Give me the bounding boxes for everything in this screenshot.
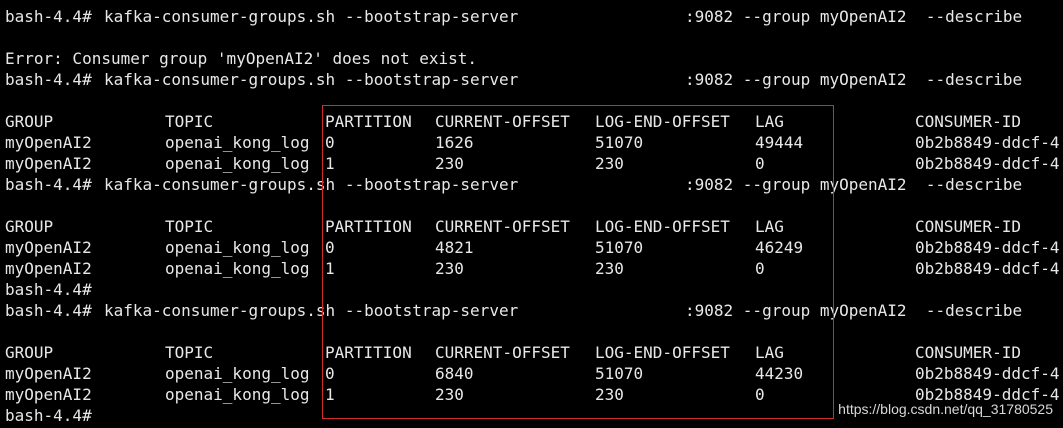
command-args: :9082 --group myOpenAI2 --describe (685, 301, 1023, 320)
topic-cell: openai_kong_log (165, 385, 310, 404)
group-cell: myOpenAI2 (5, 385, 92, 404)
output-text: Error: Consumer group 'myOpenAI2' does n… (5, 49, 478, 68)
group-cell: myOpenAI2 (5, 364, 92, 383)
current-offset-cell: 230 (435, 154, 464, 173)
log-end-offset-cell: 51070 (595, 364, 644, 383)
current-offset-cell: CURRENT-OFFSET (435, 343, 570, 362)
partition-cell: 1 (325, 385, 335, 404)
consumer-id-cell: 0b2b8849-ddcf-4 (915, 259, 1060, 278)
consumer-id-cell: CONSUMER-ID (915, 343, 1021, 362)
lag-cell: 44230 (755, 364, 804, 383)
current-offset-cell: 4821 (435, 238, 474, 257)
output-text: bash-4.4# (5, 280, 92, 299)
group-cell: myOpenAI2 (5, 133, 92, 152)
command-text: kafka-consumer-groups.sh --bootstrap-ser… (104, 175, 519, 194)
log-end-offset-cell: 230 (595, 259, 624, 278)
topic-cell: openai_kong_log (165, 364, 310, 383)
partition-cell: 0 (325, 364, 335, 383)
shell-prompt: bash-4.4# (5, 7, 92, 26)
topic-cell: openai_kong_log (165, 238, 310, 257)
group-cell: myOpenAI2 (5, 238, 92, 257)
group-cell: myOpenAI2 (5, 259, 92, 278)
log-end-offset-cell: LOG-END-OFFSET (595, 217, 730, 236)
current-offset-cell: 230 (435, 385, 464, 404)
group-cell: myOpenAI2 (5, 154, 92, 173)
terminal-window[interactable]: bash-4.4# kafka-consumer-groups.sh --boot… (0, 0, 1063, 428)
command-args: :9082 --group myOpenAI2 --describe (685, 7, 1023, 26)
partition-cell: 0 (325, 133, 335, 152)
lag-cell: 0 (755, 259, 765, 278)
lag-cell: 46249 (755, 238, 804, 257)
partition-cell: PARTITION (325, 112, 412, 131)
lag-cell: LAG (755, 112, 784, 131)
topic-cell: openai_kong_log (165, 133, 310, 152)
partition-cell: PARTITION (325, 217, 412, 236)
current-offset-cell: 6840 (435, 364, 474, 383)
partition-cell: 0 (325, 238, 335, 257)
topic-cell: TOPIC (165, 217, 214, 236)
command-text: kafka-consumer-groups.sh --bootstrap-ser… (104, 70, 519, 89)
consumer-id-cell: 0b2b8849-ddcf-4 (915, 364, 1060, 383)
command-text: kafka-consumer-groups.sh --bootstrap-ser… (104, 7, 519, 26)
consumer-id-cell: 0b2b8849-ddcf-4 (915, 238, 1060, 257)
lag-cell: LAG (755, 217, 784, 236)
log-end-offset-cell: 51070 (595, 133, 644, 152)
log-end-offset-cell: 230 (595, 154, 624, 173)
current-offset-cell: 230 (435, 259, 464, 278)
log-end-offset-cell: 51070 (595, 238, 644, 257)
topic-cell: TOPIC (165, 343, 214, 362)
output-text: bash-4.4# (5, 406, 92, 425)
topic-cell: openai_kong_log (165, 259, 310, 278)
consumer-id-cell: CONSUMER-ID (915, 112, 1021, 131)
topic-cell: openai_kong_log (165, 154, 310, 173)
shell-prompt: bash-4.4# (5, 301, 92, 320)
consumer-id-cell: 0b2b8849-ddcf-4 (915, 154, 1060, 173)
lag-cell: 49444 (755, 133, 804, 152)
watermark: https://blog.csdn.net/qq_31780525 (838, 401, 1053, 417)
current-offset-cell: 1626 (435, 133, 474, 152)
group-cell: GROUP (5, 112, 54, 131)
shell-prompt: bash-4.4# (5, 70, 92, 89)
command-args: :9082 --group myOpenAI2 --describe (685, 175, 1023, 194)
partition-cell: PARTITION (325, 343, 412, 362)
log-end-offset-cell: LOG-END-OFFSET (595, 343, 730, 362)
shell-prompt: bash-4.4# (5, 175, 92, 194)
current-offset-cell: CURRENT-OFFSET (435, 112, 570, 131)
lag-cell: 0 (755, 154, 765, 173)
log-end-offset-cell: LOG-END-OFFSET (595, 112, 730, 131)
consumer-id-cell: CONSUMER-ID (915, 217, 1021, 236)
consumer-id-cell: 0b2b8849-ddcf-4 (915, 133, 1060, 152)
group-cell: GROUP (5, 217, 54, 236)
partition-cell: 1 (325, 154, 335, 173)
command-text: kafka-consumer-groups.sh --bootstrap-ser… (104, 301, 519, 320)
topic-cell: TOPIC (165, 112, 214, 131)
current-offset-cell: CURRENT-OFFSET (435, 217, 570, 236)
command-args: :9082 --group myOpenAI2 --describe (685, 70, 1023, 89)
lag-cell: 0 (755, 385, 765, 404)
group-cell: GROUP (5, 343, 54, 362)
log-end-offset-cell: 230 (595, 385, 624, 404)
partition-cell: 1 (325, 259, 335, 278)
lag-cell: LAG (755, 343, 784, 362)
